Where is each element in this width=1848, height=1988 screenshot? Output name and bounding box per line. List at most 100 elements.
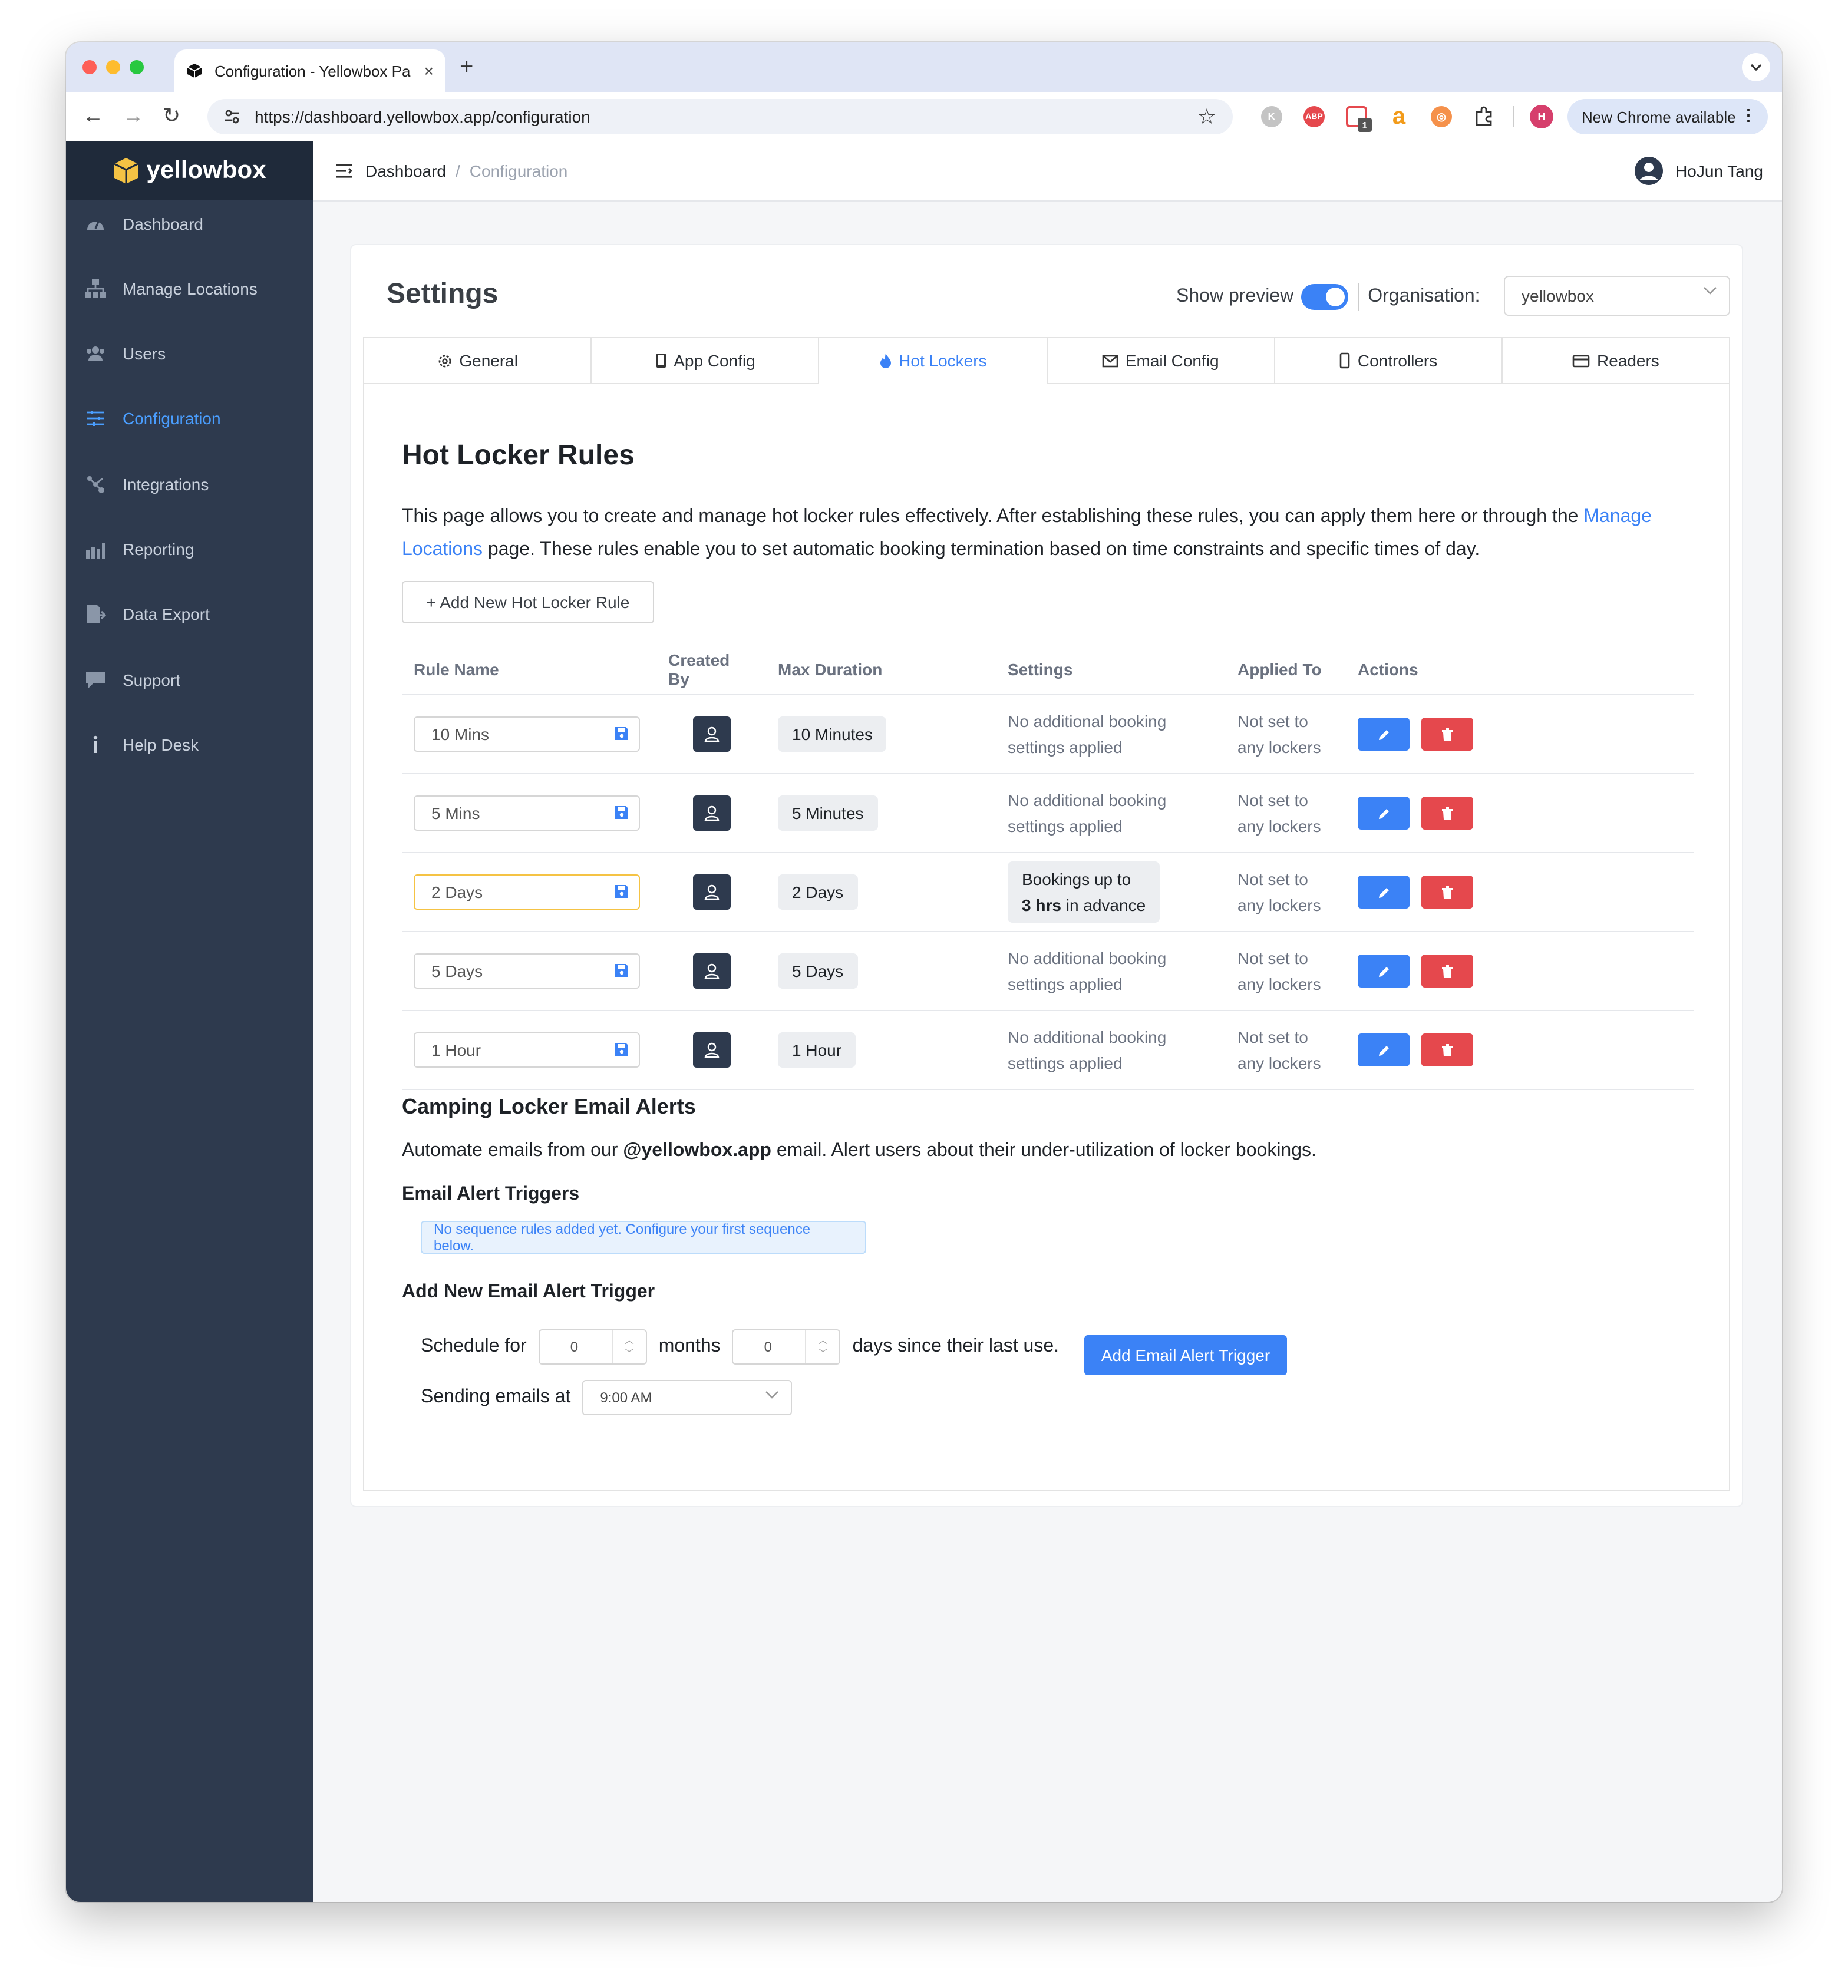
show-preview-toggle[interactable] <box>1301 284 1348 310</box>
tab-close-icon[interactable]: × <box>424 61 434 80</box>
user-menu[interactable]: HoJun Tang <box>1633 156 1763 186</box>
rule-name-input[interactable]: 5 Days <box>414 953 640 989</box>
tab-readers[interactable]: Readers <box>1502 338 1730 383</box>
breadcrumb-dashboard[interactable]: Dashboard <box>365 161 446 180</box>
chevron-up-icon[interactable]: ︿ <box>625 1334 634 1347</box>
browser-window: Configuration - Yellowbox Pa × + ← → ↻ h… <box>66 42 1782 1902</box>
zoom-window-dot[interactable] <box>130 60 144 74</box>
user-icon <box>704 805 719 821</box>
applied-line: any lockers <box>1238 817 1321 836</box>
file-export-icon <box>87 605 106 623</box>
extensions-puzzle-icon[interactable] <box>1473 106 1494 127</box>
sidebar-item-data-export[interactable]: Data Export <box>66 590 314 638</box>
edit-button[interactable] <box>1358 876 1410 909</box>
actions-cell <box>1346 695 1694 774</box>
creator-avatar[interactable] <box>692 874 730 910</box>
save-icon[interactable] <box>614 963 629 978</box>
rule-name-input[interactable]: 2 Days <box>414 874 640 910</box>
sidebar-item-users[interactable]: Users <box>66 330 314 377</box>
save-icon[interactable] <box>614 805 629 820</box>
save-icon[interactable] <box>614 726 629 741</box>
tab-hot-lockers[interactable]: Hot Lockers <box>819 338 1048 383</box>
add-hot-locker-rule-button[interactable]: + Add New Hot Locker Rule <box>402 581 654 623</box>
creator-avatar[interactable] <box>692 953 730 989</box>
delete-button[interactable] <box>1421 718 1473 751</box>
table-row: 5 Mins 5 Minutes No additional booking se… <box>402 774 1694 853</box>
minimize-window-dot[interactable] <box>106 60 120 74</box>
bookmark-star-icon[interactable]: ☆ <box>1197 105 1216 130</box>
sidebar-item-integrations[interactable]: Integrations <box>66 461 314 508</box>
edit-button[interactable] <box>1358 718 1410 751</box>
send-time-value: 9:00 AM <box>600 1389 652 1406</box>
organisation-select[interactable]: yellowbox <box>1504 276 1730 316</box>
save-icon[interactable] <box>614 1042 629 1057</box>
kebab-menu-icon[interactable]: ⋮ <box>1741 106 1756 125</box>
brand-name: yellowbox <box>146 157 266 184</box>
stepper-arrows[interactable]: ︿ ﹀ <box>805 1330 840 1363</box>
actions-cell <box>1346 1010 1694 1090</box>
brand-logo[interactable]: yellowbox <box>66 141 314 200</box>
creator-avatar[interactable] <box>692 1032 730 1068</box>
creator-avatar[interactable] <box>692 795 730 831</box>
site-settings-icon[interactable] <box>224 110 240 124</box>
actions-cell <box>1346 853 1694 932</box>
chevron-up-icon[interactable]: ︿ <box>819 1334 828 1347</box>
chrome-update-label: New Chrome available <box>1582 108 1736 126</box>
sidebar-item-dashboard[interactable]: Dashboard <box>66 200 314 247</box>
adblock-icon[interactable]: ABP <box>1304 106 1325 127</box>
send-time-select[interactable]: 9:00 AM <box>582 1380 793 1415</box>
rule-name-input[interactable]: 1 Hour <box>414 1032 640 1068</box>
tab-label: Controllers <box>1357 351 1438 370</box>
delete-button[interactable] <box>1421 955 1473 988</box>
tab-search-button[interactable] <box>1742 53 1770 81</box>
tab-email-config[interactable]: Email Config <box>1047 338 1275 383</box>
extension-orange-icon[interactable]: ◎ <box>1431 106 1452 127</box>
sidebar-item-help-desk[interactable]: Help Desk <box>66 721 314 768</box>
delete-button[interactable] <box>1421 876 1473 909</box>
new-tab-button[interactable]: + <box>460 54 473 81</box>
applied-line: any lockers <box>1238 975 1321 993</box>
tab-controllers[interactable]: Controllers <box>1275 338 1503 383</box>
amazon-icon[interactable]: a <box>1388 103 1410 129</box>
extension-k-icon[interactable]: K <box>1261 106 1282 127</box>
new-chrome-available-button[interactable]: New Chrome available ⋮ <box>1568 99 1768 134</box>
back-icon[interactable]: ← <box>82 104 104 128</box>
rule-name-input[interactable]: 10 Mins <box>414 716 640 752</box>
reload-icon[interactable]: ↻ <box>163 104 180 128</box>
delete-button[interactable] <box>1421 797 1473 830</box>
sidebar-item-manage-locations[interactable]: Manage Locations <box>66 265 314 312</box>
chevron-down-icon[interactable]: ﹀ <box>625 1347 634 1360</box>
actions-cell <box>1346 774 1694 853</box>
edit-button[interactable] <box>1358 797 1410 830</box>
tab-general[interactable]: General <box>364 338 592 383</box>
gear-icon <box>438 354 451 367</box>
sidebar-item-support[interactable]: Support <box>66 656 314 704</box>
table-row: 2 Days 2 Days Bookings up to 3 hrs in adv… <box>402 853 1694 932</box>
preview-controls: Show preview Organisation: <box>1176 283 1480 311</box>
profile-avatar[interactable]: H <box>1530 105 1553 128</box>
creator-avatar[interactable] <box>692 716 730 752</box>
add-email-alert-trigger-button[interactable]: Add Email Alert Trigger <box>1084 1335 1287 1375</box>
address-bar[interactable]: https://dashboard.yellowbox.app/configur… <box>207 99 1233 134</box>
months-stepper[interactable]: 0 ︿ ﹀ <box>538 1329 647 1365</box>
save-icon[interactable] <box>614 884 629 899</box>
forward-icon[interactable]: → <box>123 104 144 128</box>
sidebar-item-reporting[interactable]: Reporting <box>66 526 314 573</box>
camping-description: Automate emails from our @yellowbox.app … <box>402 1141 1316 1162</box>
column-header: Settings <box>996 645 1226 695</box>
browser-tab[interactable]: Configuration - Yellowbox Pa × <box>174 49 446 92</box>
menu-toggle-icon[interactable] <box>335 163 354 179</box>
sidebar-item-configuration[interactable]: Configuration <box>66 395 314 442</box>
delete-button[interactable] <box>1421 1033 1473 1066</box>
edit-button[interactable] <box>1358 955 1410 988</box>
settings-line: No additional booking <box>1008 791 1167 810</box>
chevron-down-icon[interactable]: ﹀ <box>819 1347 828 1360</box>
edit-button[interactable] <box>1358 1033 1410 1066</box>
stepper-arrows[interactable]: ︿ ﹀ <box>611 1330 646 1363</box>
hot-lockers-panel: Hot Locker Rules This page allows you to… <box>363 383 1730 1491</box>
tab-app-config[interactable]: App Config <box>592 338 820 383</box>
settings-line: 3 hrs in advance <box>1022 892 1146 918</box>
close-window-dot[interactable] <box>82 60 97 74</box>
days-stepper[interactable]: 0 ︿ ﹀ <box>732 1329 841 1365</box>
rule-name-input[interactable]: 5 Mins <box>414 795 640 831</box>
